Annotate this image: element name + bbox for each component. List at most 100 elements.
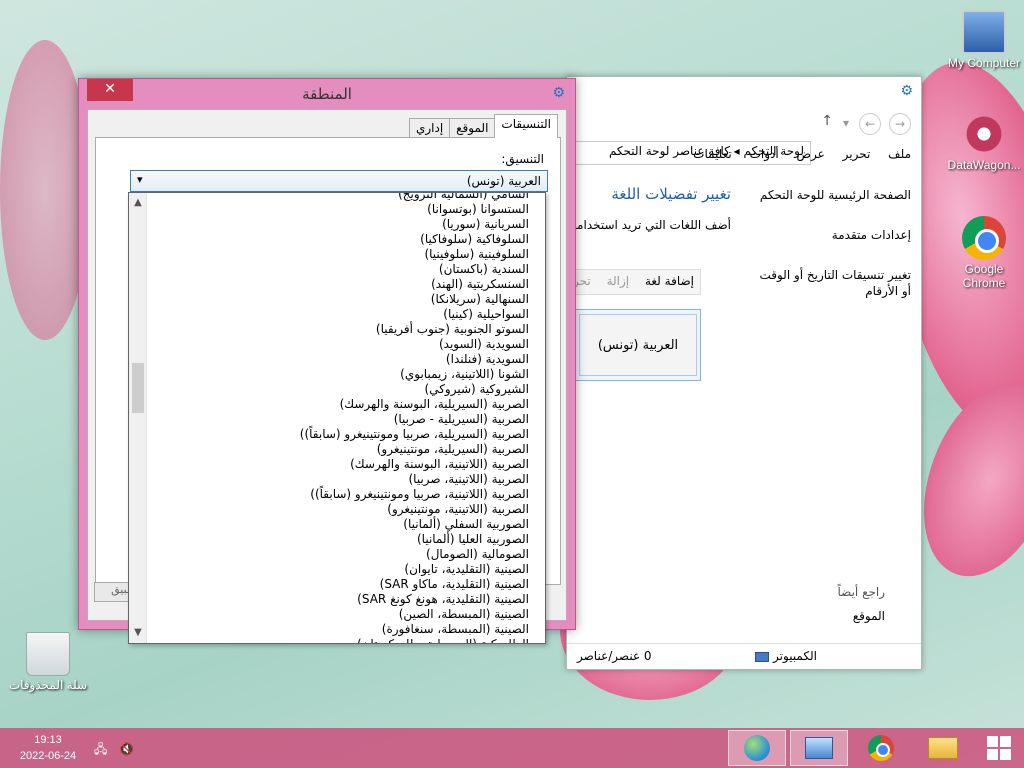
tab-strip: التنسيقات الموقع إداري xyxy=(408,114,558,138)
remove-language-button[interactable]: إزالة xyxy=(607,274,630,288)
language-item[interactable]: العربية (تونس) xyxy=(579,314,697,376)
dropdown-item[interactable]: السلوفاكية (سلوفاكيا) xyxy=(149,232,539,247)
dropdown-item[interactable]: الستسوانا (بوتسوانا) xyxy=(149,202,539,217)
dropdown-item[interactable]: السنسكريتية (الهند) xyxy=(149,277,539,292)
network-icon[interactable]: 🖧 xyxy=(94,742,107,756)
scroll-thumb[interactable] xyxy=(132,363,144,413)
desktop-icon-label: My Computer xyxy=(947,56,1021,70)
chevron-down-icon: ▾ xyxy=(137,173,143,186)
dropdown-item[interactable]: السريانية (سوريا) xyxy=(149,217,539,232)
see-also-heading: راجع أيضاً xyxy=(837,585,885,599)
format-dropdown-list[interactable]: ▲ ▼ السامي (الشمالية النرويج) الستسوانا (… xyxy=(128,192,546,644)
dropdown-item[interactable]: الصينية (التقليدية، ماكاو SAR) xyxy=(149,577,539,592)
dropdown-item[interactable]: الصربية (اللاتينية، البوسنة والهرسك) xyxy=(149,457,539,472)
menu-edit[interactable]: تحرير xyxy=(843,147,871,161)
desktop-icon-label: DataWagon... xyxy=(947,158,1021,172)
recycle-bin-icon xyxy=(26,632,70,676)
dropdown-item[interactable]: الصوربية السفلي (ألمانيا) xyxy=(149,517,539,532)
tab-formats[interactable]: التنسيقات xyxy=(494,114,558,138)
dropdown-item[interactable]: الشونا (اللاتينية، زيمبابوي) xyxy=(149,367,539,382)
dropdown-item[interactable]: الصومالية (الصومال) xyxy=(149,547,539,562)
taskbar-explorer-button[interactable] xyxy=(914,730,972,766)
windows-logo-icon xyxy=(987,736,1011,760)
dropdown-scrollbar[interactable]: ▲ ▼ xyxy=(129,193,147,643)
datawagon-icon xyxy=(962,112,1006,156)
status-bar: الكمبيوتر 0 عنصر/عناصر xyxy=(567,643,921,669)
dropdown-item[interactable]: السويدية (فنلندا) xyxy=(149,352,539,367)
dropdown-item[interactable]: الصينية (التقليدية، هونغ كونغ SAR) xyxy=(149,592,539,607)
up-button[interactable]: ↑ xyxy=(821,113,833,129)
scroll-up-icon[interactable]: ▲ xyxy=(129,195,147,211)
wallpaper-petal xyxy=(0,40,90,340)
clock-date: 2022-06-24 xyxy=(19,750,77,762)
dropdown-item[interactable]: الصربية (السيريلية، مونتينيغرو) xyxy=(149,442,539,457)
scroll-down-icon[interactable]: ▼ xyxy=(129,625,147,641)
computer-icon xyxy=(755,651,770,662)
desktop-icon-datawagon[interactable]: DataWagon... xyxy=(944,112,1024,172)
location-link[interactable]: الموقع xyxy=(853,609,885,623)
globe-icon xyxy=(744,735,770,761)
dropdown-item[interactable]: السلوفينية (سلوفينيا) xyxy=(149,247,539,262)
dropdown-item[interactable]: السواحيلية (كينيا) xyxy=(149,307,539,322)
dropdown-item[interactable]: الصينية (التقليدية، تايوان) xyxy=(149,562,539,577)
desktop-icon-chrome[interactable]: Google Chrome xyxy=(944,216,1024,290)
status-computer: الكمبيوتر xyxy=(751,649,817,663)
dropdown-item[interactable]: السنهالية (سريلانكا) xyxy=(149,292,539,307)
language-toolbar: إضافة لغة إزالة تحريك لأعلى xyxy=(565,269,701,295)
sidebar-link-date-formats[interactable]: تغيير تنسيقات التاريخ أو الوقت أو الأرقا… xyxy=(751,267,911,299)
desktop-icon-label: Google Chrome xyxy=(962,262,1006,290)
dropdown-item[interactable]: الصوربية العليا (ألمانيا) xyxy=(149,532,539,547)
volume-muted-icon[interactable]: 🔇 xyxy=(119,742,134,756)
dropdown-item[interactable]: الصربية (اللاتينية، صربيا ومونتينيغرو (س… xyxy=(149,487,539,502)
navigation-bar: → ← ▾ ↑ لوحة التحكم ◂ كافة عناصر لوحة ال… xyxy=(567,107,921,165)
forward-button[interactable]: ← xyxy=(859,113,881,135)
taskbar-control-panel-button[interactable] xyxy=(790,730,848,766)
computer-icon xyxy=(962,10,1006,54)
dropdown-item[interactable]: السوتو الجنوبية (جنوب أفريقيا) xyxy=(149,322,539,337)
recent-dropdown-icon[interactable]: ▾ xyxy=(835,113,857,135)
dropdown-item[interactable]: الصربية (السيريلية، البوسنة والهرسك) xyxy=(149,397,539,412)
dropdown-item[interactable]: السامي (الشمالية النرويج) xyxy=(149,193,539,202)
control-panel-window: ⚙ → ← ▾ ↑ لوحة التحكم ◂ كافة عناصر لوحة … xyxy=(565,76,922,670)
chrome-icon xyxy=(868,735,894,761)
dropdown-item[interactable]: الشيروكية (شيروكي) xyxy=(149,382,539,397)
menu-bar: ملف تحرير عرض أدوات تعليمات xyxy=(567,147,921,169)
menu-view[interactable]: عرض xyxy=(797,147,825,161)
language-list: العربية (تونس) xyxy=(575,309,701,381)
control-panel-icon xyxy=(805,737,833,759)
folder-icon xyxy=(928,737,958,759)
dropdown-item[interactable]: الصربية (السيريلية، صربيا ومونتينيغرو (س… xyxy=(149,427,539,442)
dropdown-item[interactable]: الصربية (السيريلية - صربيا) xyxy=(149,412,539,427)
language-panel: تغيير تفضيلات اللغة أضف اللغات التي تريد… xyxy=(571,185,731,233)
control-panel-icon: ⚙ xyxy=(900,83,913,99)
desktop-icon-label: سلة المحذوفات xyxy=(8,678,88,692)
region-icon: ⚙ xyxy=(552,85,565,101)
dropdown-item[interactable]: السويدية (السويد) xyxy=(149,337,539,352)
taskbar-chrome-button[interactable] xyxy=(852,730,910,766)
back-button[interactable]: → xyxy=(889,113,911,135)
taskbar-region-button[interactable] xyxy=(728,730,786,766)
menu-tools[interactable]: أدوات xyxy=(750,147,779,161)
taskbar-clock[interactable]: 19:13 2022-06-24 xyxy=(8,732,88,764)
start-button[interactable] xyxy=(970,730,1024,766)
sidebar-link-advanced[interactable]: إعدادات متقدمة xyxy=(751,227,911,243)
add-language-button[interactable]: إضافة لغة xyxy=(645,274,694,288)
dropdown-item[interactable]: الصربية (اللاتينية، صربيا) xyxy=(149,472,539,487)
dropdown-item[interactable]: السندية (باكستان) xyxy=(149,262,539,277)
tab-location[interactable]: الموقع xyxy=(449,118,496,138)
dropdown-item[interactable]: الصينية (المبسطة، الصين) xyxy=(149,607,539,622)
clock-time: 19:13 xyxy=(34,734,62,746)
desktop-icon-recycle-bin[interactable]: سلة المحذوفات xyxy=(8,632,88,692)
menu-file[interactable]: ملف xyxy=(888,147,911,161)
tab-administrative[interactable]: إداري xyxy=(408,118,451,138)
system-tray: 🖧 🔇 xyxy=(94,740,134,761)
dialog-title: المنطقة xyxy=(302,85,352,103)
format-select[interactable]: العربية (تونس) ▾ xyxy=(130,170,548,192)
sidebar-link-home[interactable]: الصفحة الرئيسية للوحة التحكم xyxy=(751,187,911,203)
dropdown-item[interactable]: الصربية (اللاتينية، مونتينيغرو) xyxy=(149,502,539,517)
desktop-icon-my-computer[interactable]: My Computer xyxy=(944,10,1024,70)
page-title: تغيير تفضيلات اللغة xyxy=(611,185,731,203)
menu-help[interactable]: تعليمات xyxy=(693,147,732,161)
dropdown-item[interactable]: الطاجيكية (السيريلية، طاجيكستان) xyxy=(149,637,539,643)
dropdown-item[interactable]: الصينية (المبسطة، سنغافورة) xyxy=(149,622,539,637)
